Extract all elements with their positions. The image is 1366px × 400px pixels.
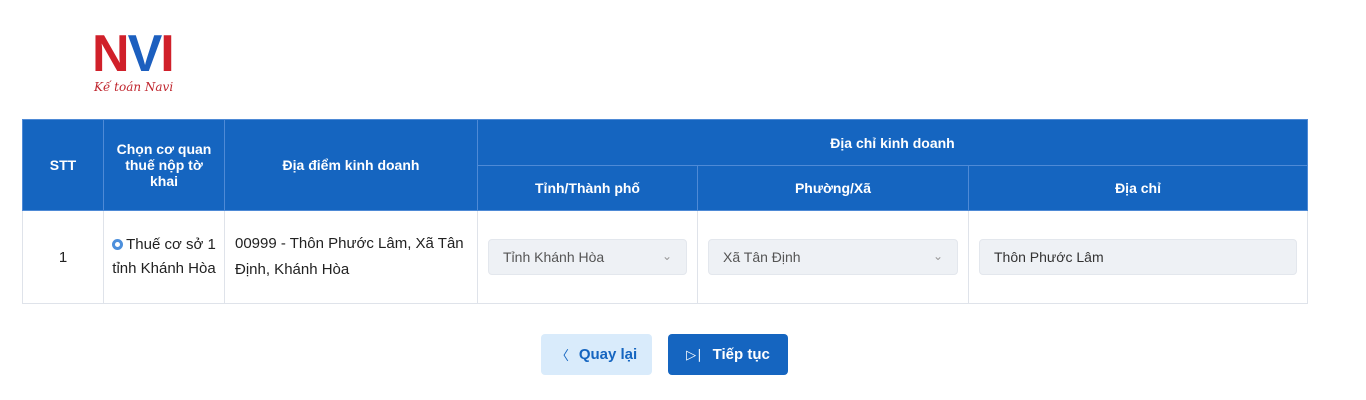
header-tax-agency: Chọn cơ quan thuế nộp tờ khai <box>103 119 225 211</box>
tax-agency-label: Thuế cơ sở 1 tỉnh Khánh Hòa <box>112 236 216 277</box>
skip-forward-icon: ▷∣ <box>686 346 703 362</box>
ward-select-value: Xã Tân Định <box>723 249 801 265</box>
logo-tagline: Kế toán Navi <box>94 80 174 94</box>
province-select-value: Tỉnh Khánh Hòa <box>503 249 605 265</box>
continue-button-label: Tiếp tục <box>712 346 770 363</box>
province-cell: Tỉnh Khánh Hòa ⌄ <box>477 210 698 304</box>
header-stt: STT <box>22 119 104 211</box>
chevron-down-icon: ⌄ <box>661 249 672 263</box>
ward-select[interactable]: Xã Tân Định ⌄ <box>708 239 958 275</box>
business-location-table: STT Chọn cơ quan thuế nộp tờ khai Địa đi… <box>22 119 1309 304</box>
header-province: Tỉnh/Thành phố <box>477 165 698 211</box>
logo-mark: NVI <box>92 25 175 83</box>
tax-agency-radio-option[interactable]: Thuế cơ sở 1 tỉnh Khánh Hòa <box>103 210 225 304</box>
row-stt: 1 <box>22 210 104 304</box>
ward-cell: Xã Tân Định ⌄ <box>697 210 969 304</box>
continue-button[interactable]: ▷∣ Tiếp tục <box>668 334 788 375</box>
address-input-value: Thôn Phước Lâm <box>994 249 1104 265</box>
table-row: 1 Thuế cơ sở 1 tỉnh Khánh Hòa 00999 - Th… <box>22 210 1309 304</box>
back-button[interactable]: 〈 Quay lại <box>541 334 652 375</box>
chevron-left-icon: 〈 <box>555 348 569 363</box>
header-business-address: Địa chỉ kinh doanh <box>476 119 1309 166</box>
header-address: Địa chỉ <box>967 165 1309 211</box>
navi-logo: NVI Kế toán Navi <box>90 28 210 100</box>
header-business-place: Địa điểm kinh doanh <box>224 119 478 211</box>
province-select[interactable]: Tỉnh Khánh Hòa ⌄ <box>488 239 687 275</box>
address-cell: Thôn Phước Lâm <box>967 210 1309 304</box>
chevron-down-icon: ⌄ <box>932 249 943 263</box>
radio-selected-icon[interactable] <box>112 239 124 250</box>
business-place-text: 00999 - Thôn Phước Lâm, Xã Tân Định, Khá… <box>224 210 478 304</box>
back-button-label: Quay lại <box>578 346 638 363</box>
header-ward: Phường/Xã <box>697 165 969 211</box>
address-input[interactable]: Thôn Phước Lâm <box>979 239 1298 275</box>
